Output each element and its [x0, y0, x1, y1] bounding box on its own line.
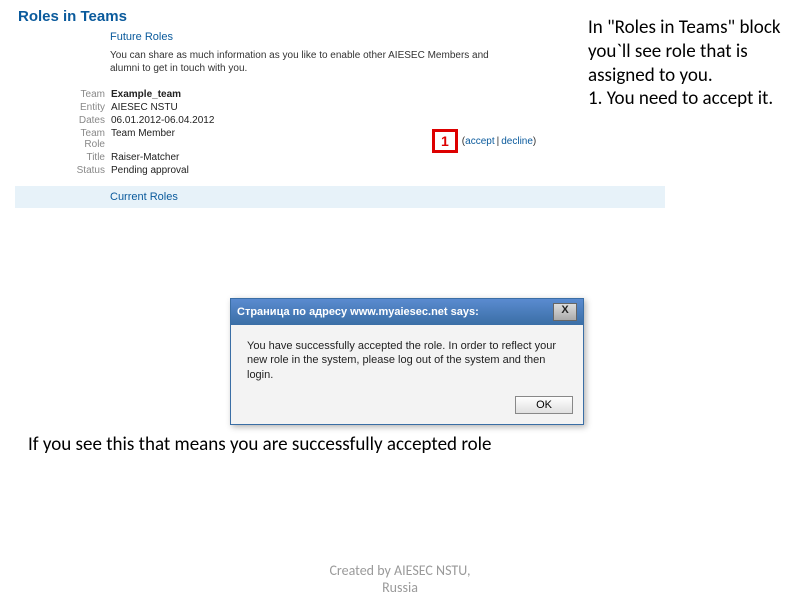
accept-decline-group: 1 ( accept | decline )	[432, 129, 536, 153]
dialog-message: You have successfully accepted the role.…	[231, 325, 583, 390]
accept-link[interactable]: accept	[465, 136, 494, 147]
intro-text: You can share as much information as you…	[110, 49, 500, 75]
dates-label: Dates	[60, 115, 111, 126]
dialog-footer: OK	[231, 390, 583, 424]
entity-value: AIESEC NSTU	[111, 102, 178, 113]
role-value: Team Member	[111, 128, 175, 139]
dialog-title-text: Страница по адресу www.myaiesec.net says…	[237, 306, 479, 318]
current-roles-heading: Current Roles	[15, 186, 665, 208]
title-label: Title	[60, 152, 111, 163]
table-row: Team Role Team Member	[60, 128, 800, 150]
status-label: Status	[60, 165, 111, 176]
status-value: Pending approval	[111, 165, 189, 176]
table-row: Title Raiser-Matcher	[60, 152, 800, 163]
table-row: Dates 06.01.2012-06.04.2012	[60, 115, 800, 126]
close-button[interactable]: X	[553, 303, 577, 321]
footer-credit: Created by AIESEC NSTU, Russia	[0, 562, 800, 596]
paren-close: )	[533, 136, 536, 147]
table-row: Status Pending approval	[60, 165, 800, 176]
success-caption: If you see this that means you are succe…	[28, 433, 588, 456]
ok-button[interactable]: OK	[515, 396, 573, 414]
team-label: Team	[60, 89, 111, 100]
decline-link[interactable]: decline	[501, 136, 533, 147]
dates-value: 06.01.2012-06.04.2012	[111, 115, 214, 126]
separator: |	[497, 136, 500, 147]
role-label: Team Role	[60, 128, 111, 150]
title-value: Raiser-Matcher	[111, 152, 179, 163]
confirmation-dialog: Страница по адресу www.myaiesec.net says…	[230, 298, 584, 425]
side-annotation: In "Roles in Teams" block you`ll see rol…	[588, 16, 788, 111]
callout-marker-1: 1	[432, 129, 458, 153]
entity-label: Entity	[60, 102, 111, 113]
team-value: Example_team	[111, 89, 181, 100]
dialog-titlebar: Страница по адресу www.myaiesec.net says…	[231, 299, 583, 325]
